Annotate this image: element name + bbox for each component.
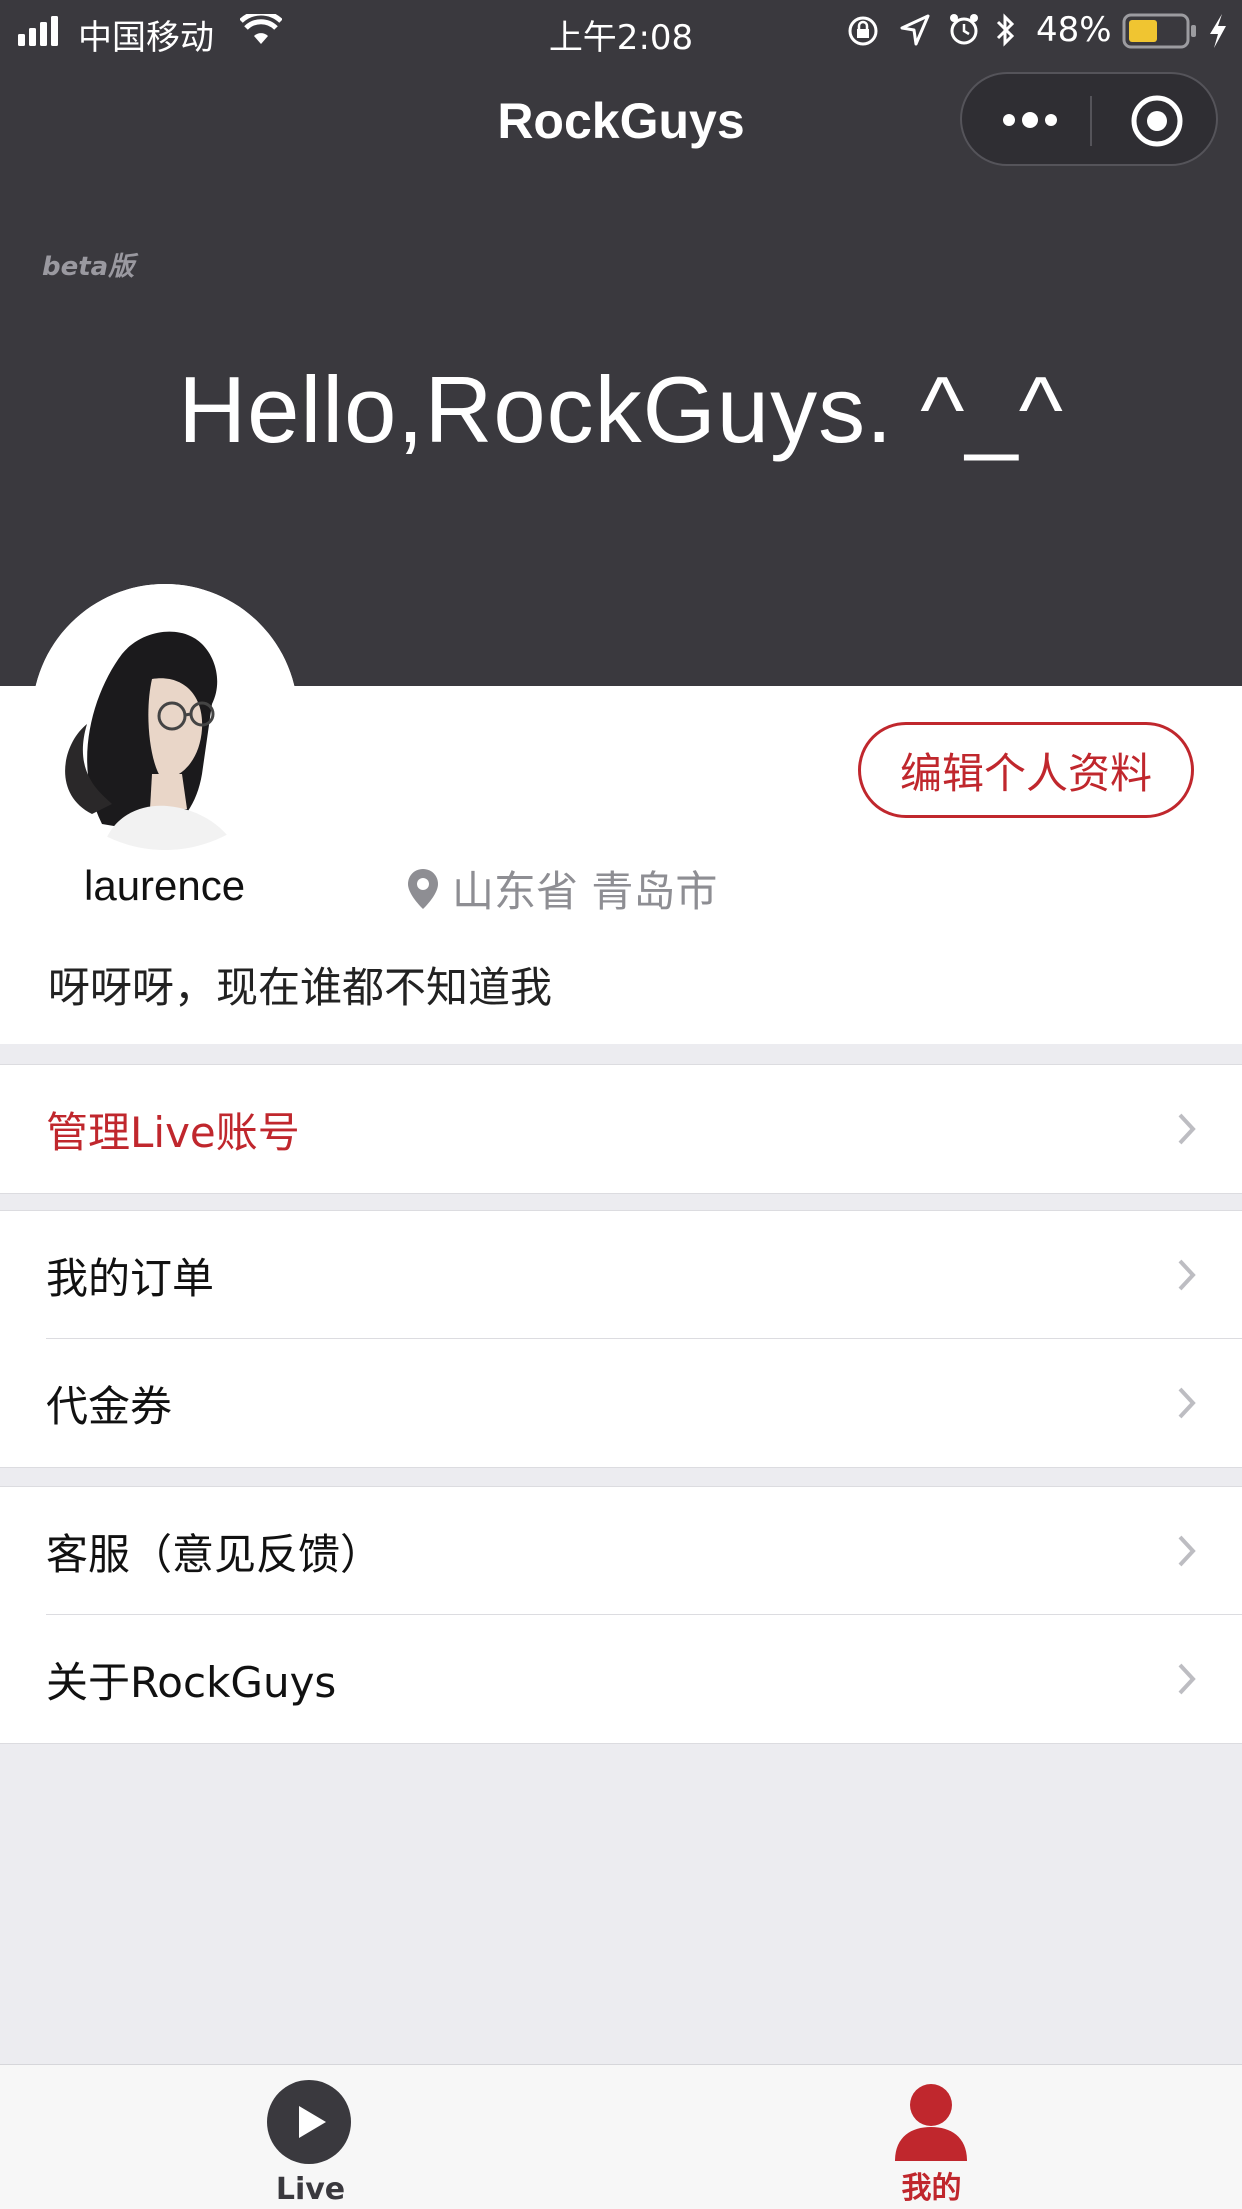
greeting-text: Hello,RockGuys. ^_^ (178, 357, 1064, 462)
more-icon[interactable] (1000, 108, 1060, 132)
signature: 呀呀呀，现在谁都不知道我 (48, 963, 553, 1012)
menu-group-orders: 我的订单 代金券 (0, 1210, 1242, 1468)
menu-group-live: 管理Live账号 (0, 1064, 1242, 1194)
tab-mine-label: 我的 (901, 2171, 962, 2206)
edit-profile-button[interactable]: 编辑个人资料 (858, 722, 1194, 818)
menu-item-label: 我的订单 (46, 1253, 215, 1303)
beta-label: beta版 (42, 252, 135, 282)
chevron-right-icon (1178, 1663, 1196, 1695)
tab-bar: Live 我的 (0, 2064, 1242, 2209)
battery-icon (1122, 13, 1196, 49)
location-pin-icon (408, 868, 438, 909)
tab-live[interactable]: Live (0, 2065, 621, 2209)
user-icon (895, 2084, 967, 2161)
menu-item-label: 管理Live账号 (46, 1107, 300, 1157)
menu-item-label: 客服（意见反馈） (46, 1529, 383, 1579)
username: laurence (84, 862, 246, 909)
menu-item-vouchers[interactable]: 代金券 (0, 1339, 1242, 1467)
menu-item-orders[interactable]: 我的订单 (0, 1211, 1242, 1339)
orientation-lock-icon (848, 16, 878, 46)
alarm-icon (950, 14, 978, 45)
play-icon (267, 2080, 351, 2164)
close-miniprogram-icon[interactable] (1130, 94, 1184, 148)
menu-group-support: 客服（意见反馈） 关于RockGuys (0, 1486, 1242, 1744)
tab-live-label: Live (275, 2172, 346, 2207)
chevron-right-icon (1178, 1113, 1196, 1145)
location-text: 山东省 青岛市 (452, 867, 718, 916)
bluetooth-icon (996, 13, 1015, 47)
chevron-right-icon (1178, 1387, 1196, 1419)
menu-item-support[interactable]: 客服（意见反馈） (0, 1487, 1242, 1615)
avatar[interactable] (32, 584, 298, 850)
capsule-divider (1090, 96, 1092, 146)
miniprogram-capsule (960, 72, 1218, 166)
battery-percent: 48% (1036, 10, 1112, 50)
menu-item-about[interactable]: 关于RockGuys (0, 1615, 1242, 1743)
location: 山东省 青岛市 (406, 858, 717, 919)
menu-item-manage-live[interactable]: 管理Live账号 (0, 1065, 1242, 1193)
avatar-image (32, 584, 298, 850)
menu-item-label: 代金券 (46, 1381, 173, 1431)
chevron-right-icon (1178, 1259, 1196, 1291)
tab-mine[interactable]: 我的 (621, 2065, 1242, 2209)
location-arrow-icon (900, 14, 930, 46)
charging-icon (1210, 14, 1226, 48)
status-bar: 中国移动 上午2:08 48% (0, 0, 1242, 62)
menu-item-label: 关于RockGuys (46, 1657, 337, 1707)
chevron-right-icon (1178, 1535, 1196, 1567)
